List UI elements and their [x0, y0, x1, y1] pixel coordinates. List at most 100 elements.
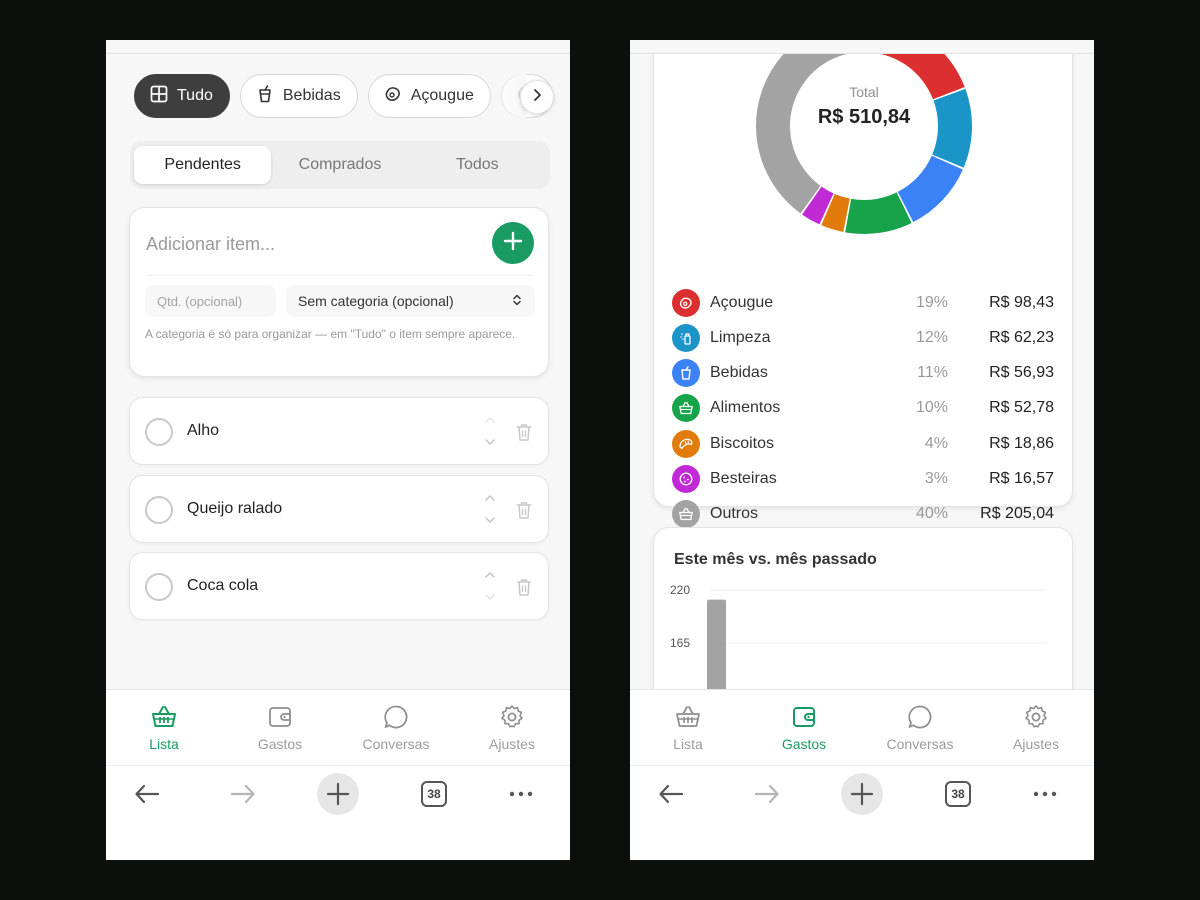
item-checkbox[interactable]: [145, 573, 173, 601]
chat-icon: [908, 705, 932, 729]
spray-icon: [680, 333, 691, 345]
browser-tabs-button[interactable]: 38: [937, 773, 979, 815]
move-down-icon[interactable]: [483, 590, 497, 604]
basket-icon: [676, 706, 700, 727]
browser-menu-button[interactable]: [500, 773, 542, 815]
move-down-icon[interactable]: [483, 435, 497, 449]
legend-row-outros[interactable]: Outros 40% R$ 205,04: [672, 499, 1054, 529]
browser-menu-button[interactable]: [1024, 773, 1066, 815]
move-up-icon[interactable]: [483, 413, 497, 427]
category-color-dot: [672, 324, 700, 352]
arrow-right-icon: [230, 784, 255, 804]
category-hint: A categoria é só para organizar — em "Tu…: [145, 327, 516, 341]
plus-icon: [326, 782, 350, 806]
tab-pendentes[interactable]: Pendentes: [134, 146, 272, 184]
category-color-dot: [672, 289, 700, 317]
trash-icon[interactable]: [515, 577, 533, 597]
nav-label: Ajustes: [489, 736, 535, 752]
nav-label: Ajustes: [1013, 736, 1059, 752]
category-color-dot: [672, 394, 700, 422]
add-item-input[interactable]: [146, 230, 466, 258]
legend-percent: 4%: [924, 435, 948, 452]
y-tick-label: 165: [670, 636, 690, 650]
nav-lista[interactable]: Lista: [630, 690, 746, 765]
quantity-input[interactable]: [145, 285, 276, 317]
add-item-button[interactable]: [492, 222, 534, 264]
meat-icon: [383, 84, 403, 109]
spending-breakdown-card: Total R$ 510,84 Açougue 19% R$ 98,43 Lim…: [653, 40, 1073, 528]
legend-value: R$ 52,78: [989, 399, 1054, 416]
nav-ajustes[interactable]: Ajustes: [978, 690, 1094, 765]
legend-percent: 10%: [915, 399, 948, 416]
browser-tabs-button[interactable]: 38: [413, 773, 455, 815]
tab-comprados[interactable]: Comprados: [271, 146, 408, 184]
nav-lista[interactable]: Lista: [106, 690, 222, 765]
item-checkbox[interactable]: [145, 418, 173, 446]
move-up-icon[interactable]: [483, 491, 497, 505]
nav-label: Conversas: [362, 736, 430, 752]
add-card-divider: [146, 275, 532, 276]
arrow-right-icon: [754, 784, 779, 804]
nav-gastos[interactable]: Gastos: [222, 690, 338, 765]
nav-gastos[interactable]: Gastos: [746, 690, 862, 765]
legend-row-limpeza[interactable]: Limpeza 12% R$ 62,23: [672, 323, 1054, 353]
browser-forward-button[interactable]: [222, 773, 264, 815]
trash-icon[interactable]: [515, 500, 533, 520]
donut-slice-bebidas[interactable]: [897, 155, 963, 223]
chips-scroll-right-button[interactable]: [520, 80, 554, 114]
legend-row-acougue[interactable]: Açougue 19% R$ 98,43: [672, 288, 1054, 318]
nav-label: Lista: [673, 736, 703, 752]
browser-new-tab-button[interactable]: [317, 773, 359, 815]
item-checkbox[interactable]: [145, 496, 173, 524]
nav-label: Gastos: [257, 736, 303, 752]
nav-ajustes[interactable]: Ajustes: [454, 690, 570, 765]
trash-icon[interactable]: [515, 422, 533, 442]
browser-back-button[interactable]: [126, 773, 168, 815]
select-arrows-icon: [511, 293, 523, 309]
legend-name: Açougue: [710, 294, 774, 311]
y-tick-label: 220: [670, 583, 690, 597]
grid-icon: [149, 84, 169, 109]
cookie-icon: [679, 472, 693, 486]
legend-row-alimentos[interactable]: Alimentos 10% R$ 52,78: [672, 393, 1054, 423]
nav-label: Lista: [149, 736, 179, 752]
move-down-icon[interactable]: [483, 513, 497, 527]
category-color-dot: [672, 430, 700, 458]
gear-icon: [501, 705, 523, 728]
category-color-dot: [672, 465, 700, 493]
bottom-nav: Lista Gastos Conversas Ajustes: [630, 689, 1094, 765]
chip-label: Açougue: [410, 87, 474, 104]
chip-tudo[interactable]: Tudo: [134, 74, 230, 118]
basket-icon: [152, 706, 176, 727]
top-divider: [106, 40, 570, 54]
list-item: Alho: [129, 397, 549, 465]
move-up-icon[interactable]: [483, 568, 497, 582]
tab-todos[interactable]: Todos: [409, 146, 546, 184]
browser-forward-button[interactable]: [746, 773, 788, 815]
legend-row-bebidas[interactable]: Bebidas 11% R$ 56,93: [672, 358, 1054, 388]
browser-back-button[interactable]: [650, 773, 692, 815]
chip-bebidas[interactable]: Bebidas: [239, 74, 358, 118]
arrow-left-icon: [135, 784, 160, 804]
add-item-card: Sem categoria (opcional) A categoria é s…: [129, 207, 549, 377]
nav-conversas[interactable]: Conversas: [338, 690, 454, 765]
chip-acougue[interactable]: Açougue: [367, 74, 491, 118]
total-label: Total: [849, 84, 879, 100]
legend-name: Alimentos: [710, 399, 781, 416]
legend-row-biscoitos[interactable]: Biscoitos 4% R$ 18,86: [672, 429, 1054, 459]
legend-value: R$ 205,04: [980, 505, 1054, 522]
category-select-value: Sem categoria (opcional): [298, 293, 454, 309]
tab-count-badge: 38: [945, 781, 971, 807]
browser-toolbar: 38: [630, 765, 1094, 860]
legend-percent: 19%: [915, 294, 948, 311]
category-select[interactable]: Sem categoria (opcional): [286, 285, 535, 317]
item-name: Coca cola: [187, 577, 259, 594]
plus-icon: [502, 230, 524, 257]
legend-name: Besteiras: [710, 470, 777, 487]
browser-new-tab-button[interactable]: [841, 773, 883, 815]
category-color-dot: [672, 359, 700, 387]
legend-row-besteiras[interactable]: Besteiras 3% R$ 16,57: [672, 464, 1054, 494]
nav-conversas[interactable]: Conversas: [862, 690, 978, 765]
more-horizontal-icon: [1033, 791, 1057, 797]
legend-value: R$ 98,43: [989, 294, 1054, 311]
